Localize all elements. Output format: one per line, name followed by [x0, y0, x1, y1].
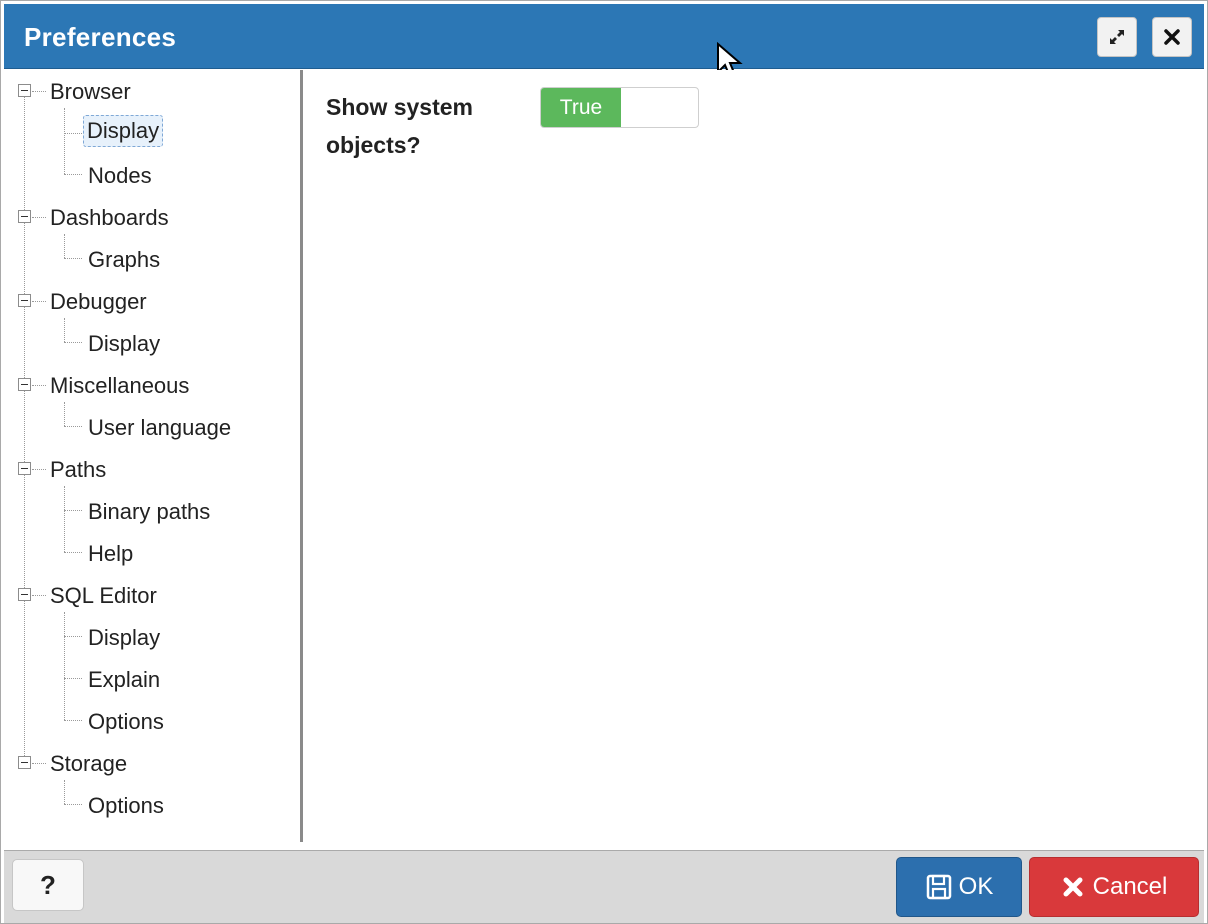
preferences-dialog: Preferences Browser Display Nodes Dashbo…	[0, 0, 1208, 924]
tree-connector	[32, 469, 46, 470]
tree-connector	[64, 510, 82, 511]
help-button[interactable]: ?	[12, 859, 84, 911]
tree-connector	[32, 301, 46, 302]
ok-button[interactable]: OK	[896, 857, 1022, 917]
tree-connector	[64, 402, 65, 426]
tree-connector	[64, 258, 82, 259]
close-button[interactable]	[1152, 17, 1192, 57]
tree-item-debugger-display[interactable]: Display	[88, 331, 160, 357]
preferences-tree: Browser Display Nodes Dashboards Graphs …	[4, 70, 301, 842]
tree-connector	[64, 486, 65, 552]
tree-group-debugger[interactable]: Debugger	[50, 289, 147, 315]
tree-connector	[64, 636, 82, 637]
tree-item-misc-user-language[interactable]: User language	[88, 415, 231, 441]
tree-connector	[32, 385, 46, 386]
tree-connector	[64, 612, 65, 720]
tree-connector	[64, 318, 65, 342]
tree-connector	[64, 426, 82, 427]
tree-item-sql-explain[interactable]: Explain	[88, 667, 160, 693]
tree-root-line	[24, 86, 25, 760]
tree-item-browser-display[interactable]: Display	[83, 115, 164, 147]
tree-group-storage[interactable]: Storage	[50, 751, 127, 777]
tree-group-browser[interactable]: Browser	[50, 79, 131, 105]
dialog-footer: ? OK Cancel	[4, 850, 1204, 923]
cancel-button[interactable]: Cancel	[1029, 857, 1199, 917]
close-icon	[1164, 29, 1180, 45]
dialog-title: Preferences	[24, 22, 177, 52]
tree-item-sql-options[interactable]: Options	[88, 709, 164, 735]
tree-connector	[64, 133, 82, 134]
tree-group-paths[interactable]: Paths	[50, 457, 106, 483]
tree-connector	[64, 552, 82, 553]
tree-connector	[32, 91, 46, 92]
collapse-icon[interactable]	[18, 756, 31, 769]
collapse-icon[interactable]	[18, 462, 31, 475]
show-system-objects-toggle[interactable]: True	[540, 87, 699, 128]
settings-panel: Show system objects? True	[304, 70, 1202, 842]
tree-connector	[64, 234, 65, 258]
save-icon	[926, 874, 951, 900]
collapse-icon[interactable]	[18, 84, 31, 97]
tree-item-paths-binary[interactable]: Binary paths	[88, 499, 210, 525]
tree-group-miscellaneous[interactable]: Miscellaneous	[50, 373, 189, 399]
tree-connector	[64, 342, 82, 343]
tree-group-dashboards[interactable]: Dashboards	[50, 205, 169, 231]
ok-button-label: OK	[958, 873, 994, 900]
close-icon	[1063, 877, 1083, 897]
tree-connector	[64, 720, 82, 721]
tree-connector	[64, 780, 65, 804]
tree-item-sql-display[interactable]: Display	[88, 625, 160, 651]
collapse-icon[interactable]	[18, 378, 31, 391]
tree-item-browser-nodes[interactable]: Nodes	[88, 163, 152, 189]
tree-group-sql-editor[interactable]: SQL Editor	[50, 583, 157, 609]
tree-connector	[64, 804, 82, 805]
maximize-button[interactable]	[1097, 17, 1137, 57]
tree-connector	[32, 595, 46, 596]
show-system-objects-label: Show system objects?	[326, 94, 473, 158]
collapse-icon[interactable]	[18, 294, 31, 307]
dialog-titlebar[interactable]: Preferences	[4, 4, 1204, 79]
panel-splitter[interactable]	[300, 70, 303, 842]
tree-connector	[32, 763, 46, 764]
collapse-icon[interactable]	[18, 210, 31, 223]
tree-item-paths-help[interactable]: Help	[88, 541, 133, 567]
tree-item-storage-options[interactable]: Options	[88, 793, 164, 819]
collapse-icon[interactable]	[18, 588, 31, 601]
tree-connector	[64, 174, 82, 175]
toggle-true-state[interactable]: True	[541, 88, 621, 127]
tree-connector	[64, 108, 65, 174]
cancel-button-label: Cancel	[1092, 873, 1168, 900]
tree-connector	[32, 217, 46, 218]
expand-icon	[1110, 30, 1124, 44]
tree-connector	[64, 678, 82, 679]
tree-item-dashboards-graphs[interactable]: Graphs	[88, 247, 160, 273]
